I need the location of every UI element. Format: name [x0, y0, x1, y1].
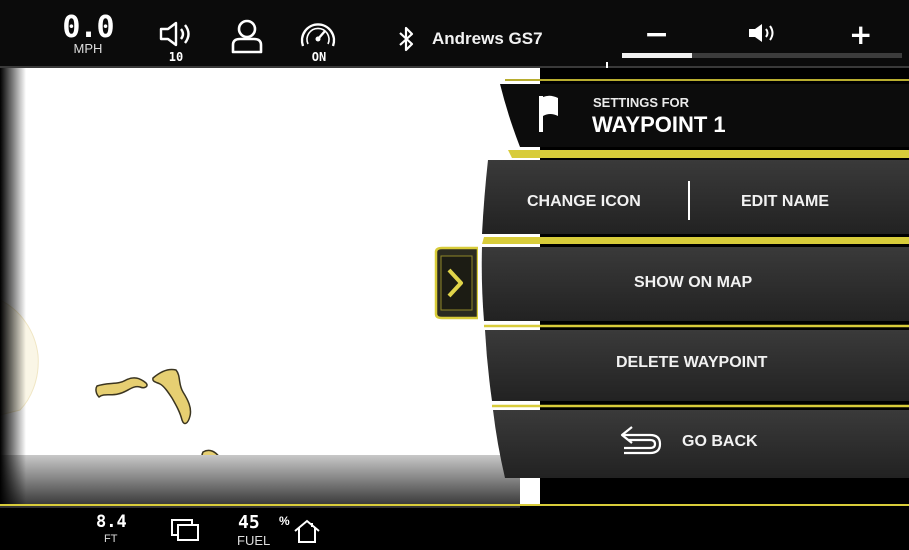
audio-volume-level: 10: [168, 50, 184, 64]
show-on-map-button[interactable]: SHOW ON MAP: [634, 274, 752, 292]
depth-unit: FT: [104, 533, 118, 545]
island-2: [152, 368, 192, 425]
change-icon-button[interactable]: CHANGE ICON: [527, 193, 641, 211]
speaker-icon: [749, 24, 774, 42]
audio-volume-button[interactable]: [158, 20, 196, 52]
volume-up-button[interactable]: +: [849, 20, 872, 50]
edit-name-button[interactable]: EDIT NAME: [741, 193, 829, 211]
panel-header-title: WAYPOINT 1: [592, 112, 726, 137]
cruise-status: ON: [311, 50, 327, 64]
panel-collapse-tab[interactable]: [432, 246, 478, 320]
boat-display-screen: 0.0 MPH 10 ON Andrews GS7 − + SETTINGS F…: [0, 0, 909, 550]
fuel-unit: FUEL: [237, 533, 271, 548]
status-bar: 0.0 MPH 10 ON Andrews GS7 − +: [0, 0, 909, 68]
bluetooth-icon: [399, 26, 414, 52]
map-edge-shade: [0, 66, 26, 506]
bluetooth-button[interactable]: [398, 26, 414, 56]
flag-icon: [539, 95, 558, 132]
home-icon[interactable]: [292, 518, 322, 544]
volume-down-button[interactable]: −: [644, 20, 669, 50]
user-profile-button[interactable]: [230, 18, 264, 58]
fuel-percent-sign: %: [279, 514, 290, 528]
depth-value: 8.4: [96, 512, 127, 532]
speedometer-icon: [300, 23, 336, 47]
go-back-label: GO BACK: [682, 433, 758, 450]
delete-waypoint-button[interactable]: DELETE WAYPOINT: [616, 354, 767, 372]
fuel-value: 45: [238, 512, 260, 533]
island-1: [95, 377, 148, 399]
speed-readout: 0.0 MPH: [62, 10, 114, 56]
user-icon: [231, 19, 263, 54]
volume-slider-fill: [622, 53, 692, 58]
speaker-icon: [159, 21, 190, 47]
panel-header-subtitle: SETTINGS FOR: [593, 95, 690, 110]
back-arrow-icon: [620, 426, 662, 455]
speed-value: 0.0: [62, 10, 114, 45]
bluetooth-device-name: Andrews GS7: [432, 29, 543, 48]
volume-slider[interactable]: [622, 53, 902, 58]
windows-icon[interactable]: [170, 518, 200, 542]
cruise-control-button[interactable]: [298, 20, 338, 54]
map-bottom-shade: [0, 455, 520, 510]
bottom-bar-divider: [0, 504, 909, 506]
bottom-status-bar: [0, 504, 909, 550]
go-back-button[interactable]: GO BACK: [618, 422, 858, 462]
volume-indicator: [747, 22, 777, 48]
